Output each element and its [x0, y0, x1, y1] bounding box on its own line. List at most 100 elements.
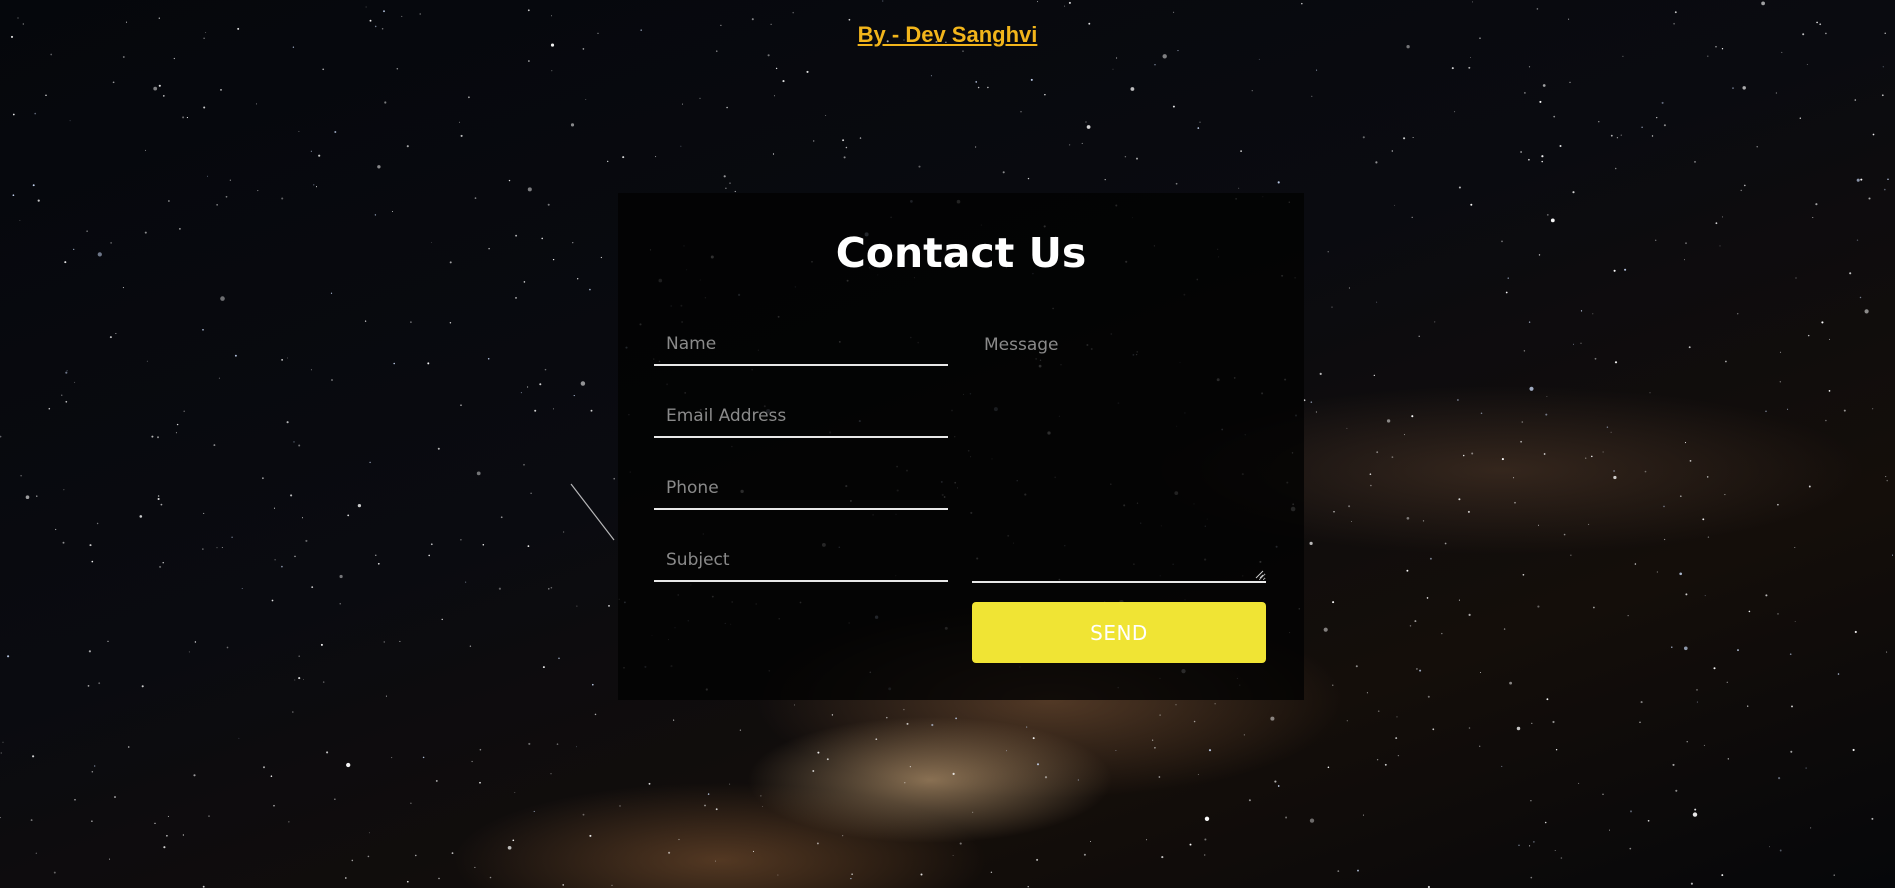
star — [61, 394, 63, 396]
star — [488, 247, 490, 250]
star — [91, 560, 94, 563]
star — [270, 775, 273, 777]
star — [476, 471, 481, 476]
star — [0, 752, 2, 754]
star — [1197, 127, 1200, 129]
star — [1136, 157, 1138, 160]
star — [226, 646, 229, 649]
star — [1462, 454, 1465, 457]
star — [1742, 86, 1746, 90]
star — [146, 360, 148, 362]
star — [1426, 597, 1429, 599]
star — [582, 813, 585, 816]
star — [1585, 457, 1587, 459]
star — [474, 197, 477, 199]
star — [1177, 50, 1179, 52]
star — [1316, 69, 1318, 71]
star — [176, 423, 179, 426]
star — [1161, 856, 1164, 859]
star — [1309, 541, 1313, 546]
name-input[interactable] — [654, 323, 948, 366]
star — [144, 231, 147, 234]
star — [1529, 845, 1531, 847]
subject-input[interactable] — [654, 539, 948, 582]
star — [1429, 557, 1432, 560]
star — [1520, 151, 1523, 153]
star — [401, 15, 403, 17]
star — [1794, 621, 1796, 622]
star — [1403, 434, 1406, 436]
star — [162, 562, 164, 564]
star — [287, 357, 288, 359]
star — [364, 320, 367, 322]
star — [1661, 101, 1664, 104]
star — [1348, 287, 1350, 289]
email-input[interactable] — [654, 395, 948, 438]
star — [1068, 1, 1071, 4]
star — [1124, 156, 1127, 158]
star — [1323, 627, 1328, 632]
star — [678, 838, 680, 841]
star — [1790, 750, 1793, 753]
star — [1197, 773, 1199, 776]
star — [1538, 254, 1541, 256]
star — [1725, 360, 1727, 363]
star — [162, 95, 165, 97]
star — [1005, 750, 1008, 752]
star — [1454, 111, 1456, 113]
star — [1468, 727, 1471, 729]
star — [1544, 821, 1547, 824]
star — [1675, 789, 1678, 792]
phone-input[interactable] — [654, 467, 948, 510]
star — [1412, 137, 1414, 138]
star — [1151, 739, 1154, 741]
star — [544, 368, 547, 371]
star — [1530, 876, 1533, 879]
star — [1606, 426, 1609, 428]
star — [1370, 484, 1372, 487]
star — [391, 757, 393, 759]
star — [1541, 160, 1543, 163]
star — [36, 495, 38, 497]
star — [1507, 277, 1509, 279]
star — [1375, 161, 1378, 164]
star — [816, 842, 819, 845]
star — [1737, 649, 1739, 652]
star — [1351, 521, 1352, 523]
star — [1470, 57, 1472, 58]
star — [65, 371, 68, 374]
star — [1434, 321, 1436, 323]
message-textarea[interactable] — [972, 323, 1266, 583]
star — [257, 190, 259, 192]
send-button[interactable]: SEND — [972, 602, 1266, 663]
star — [86, 230, 88, 232]
star — [17, 17, 19, 19]
star — [577, 278, 579, 280]
star — [1598, 121, 1600, 123]
star — [1366, 692, 1368, 694]
star — [221, 547, 223, 548]
star — [1044, 776, 1048, 779]
textarea-resize-grip-icon[interactable] — [1254, 569, 1264, 579]
star — [1656, 116, 1658, 119]
star — [1189, 843, 1192, 846]
star — [1616, 137, 1619, 139]
author-credit-link[interactable]: By - Dev Sanghvi — [858, 22, 1038, 47]
star — [1787, 408, 1789, 410]
star — [1640, 701, 1643, 704]
star — [1154, 746, 1156, 749]
star — [1085, 121, 1087, 123]
star — [1537, 605, 1540, 608]
star — [1545, 413, 1548, 416]
star — [326, 751, 329, 754]
star — [122, 56, 125, 58]
star — [1397, 754, 1400, 757]
star — [385, 695, 387, 697]
star — [1580, 342, 1582, 344]
star — [1578, 782, 1580, 784]
star — [1451, 67, 1454, 70]
star — [1702, 518, 1705, 521]
star — [1610, 134, 1613, 137]
star — [681, 103, 683, 105]
star — [96, 522, 99, 525]
